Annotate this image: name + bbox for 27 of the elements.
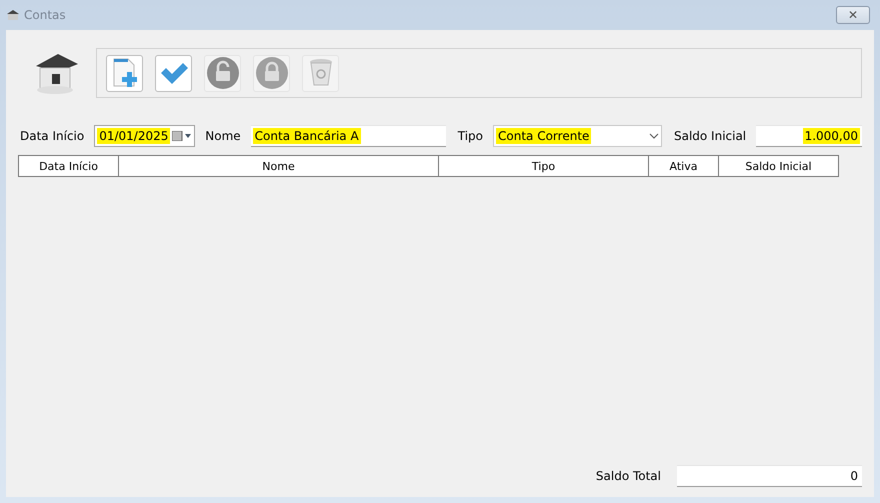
window-title: Contas xyxy=(24,8,66,22)
type-dropdown[interactable]: Conta Corrente xyxy=(493,125,662,147)
initial-balance-field[interactable]: 1.000,00 xyxy=(756,125,862,147)
column-header[interactable]: Ativa xyxy=(649,155,719,177)
field-label: Tipo xyxy=(458,129,484,143)
house-icon xyxy=(6,9,20,21)
field-label: Saldo Inicial xyxy=(674,129,746,143)
column-header[interactable]: Saldo Inicial xyxy=(719,155,839,177)
checkmark-icon xyxy=(158,61,188,85)
chevron-down-icon xyxy=(648,133,659,139)
calendar-dropdown-icon xyxy=(172,131,192,141)
toolbar-button[interactable] xyxy=(106,54,143,92)
unlocked-padlock-icon xyxy=(206,57,238,89)
new-document-icon xyxy=(112,58,138,88)
column-header[interactable]: Tipo xyxy=(439,155,649,177)
trash-icon xyxy=(308,58,332,88)
field-label: Data Início xyxy=(20,129,84,143)
date-picker[interactable]: 01/01/2025 xyxy=(94,125,196,147)
field-label: Nome xyxy=(205,129,241,143)
padlock-icon xyxy=(256,57,288,89)
close-button[interactable]: ✕ xyxy=(836,6,870,24)
name-field[interactable]: Conta Bancária A xyxy=(250,125,446,147)
total-field[interactable]: 0 xyxy=(677,465,862,487)
column-header[interactable]: Data Início xyxy=(18,155,119,177)
total-label: Saldo Total xyxy=(596,469,661,483)
toolbar-button[interactable] xyxy=(155,54,192,92)
column-header[interactable]: Nome xyxy=(119,155,439,177)
